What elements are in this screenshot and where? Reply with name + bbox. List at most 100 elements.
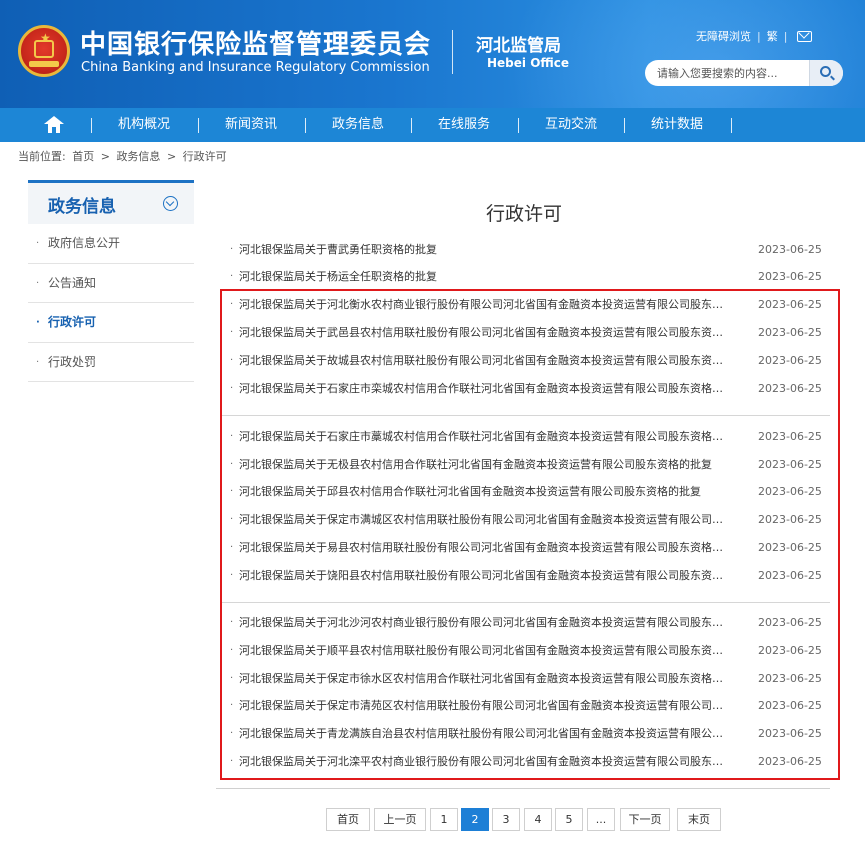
breadcrumb-government-info[interactable]: 政务信息 <box>116 150 160 163</box>
page-title: 行政许可 <box>486 203 563 225</box>
mail-icon[interactable] <box>797 30 813 42</box>
list-item-date: 2023-06-25 <box>758 326 822 339</box>
search-button[interactable] <box>809 60 843 86</box>
sidebar-item-info-disclosure[interactable]: · 政府信息公开 <box>28 224 194 264</box>
list-item-title[interactable]: 河北银保监局关于邱县农村信用合作联社河北省国有金融资本投资运营有限公司股东资格的… <box>239 479 723 505</box>
list-item-date: 2023-06-25 <box>758 672 822 685</box>
page-button-4[interactable]: 4 <box>524 808 552 831</box>
list-item[interactable]: · 河北银保监局关于石家庄市藁城农村信用合作联社河北省国有金融资本投资运营有限公… <box>222 424 830 450</box>
next-page-button[interactable]: 下一页 <box>620 808 670 831</box>
list-item[interactable]: · 河北银保监局关于保定市清苑区农村信用联社股份有限公司河北省国有金融资本投资运… <box>222 693 830 719</box>
sidebar-item-announcements[interactable]: · 公告通知 <box>28 264 194 303</box>
list-item-title[interactable]: 河北银保监局关于无极县农村信用合作联社河北省国有金融资本投资运营有限公司股东资格… <box>239 452 723 478</box>
sidebar-item-label: 行政许可 <box>48 315 97 329</box>
list-item[interactable]: · 河北银保监局关于河北滦平农村商业银行股份有限公司河北省国有金融资本投资运营有… <box>222 749 830 775</box>
list-item-title[interactable]: 河北银保监局关于石家庄市栾城农村信用合作联社河北省国有金融资本投资运营有限公司股… <box>239 376 723 402</box>
first-page-button[interactable]: 首页 <box>326 808 370 831</box>
sidebar-item-label: 政府信息公开 <box>48 236 121 250</box>
list-item[interactable]: · 河北银保监局关于河北沙河农村商业银行股份有限公司河北省国有金融资本投资运营有… <box>222 610 830 636</box>
list-item[interactable]: · 河北银保监局关于无极县农村信用合作联社河北省国有金融资本投资运营有限公司股东… <box>222 452 830 478</box>
list-item[interactable]: · 河北银保监局关于武邑县农村信用联社股份有限公司河北省国有金融资本投资运营有限… <box>222 320 830 346</box>
nav-separator <box>731 118 732 133</box>
list-item[interactable]: · 河北银保监局关于饶阳县农村信用联社股份有限公司河北省国有金融资本投资运营有限… <box>222 563 830 589</box>
breadcrumb-home[interactable]: 首页 <box>72 150 94 163</box>
breadcrumb-separator: > <box>100 150 110 163</box>
page-button-2-current[interactable]: 2 <box>461 808 489 831</box>
list-item-title[interactable]: 河北银保监局关于河北衡水农村商业银行股份有限公司河北省国有金融资本投资运营有限公… <box>239 292 723 318</box>
search-input[interactable] <box>645 60 809 86</box>
sidebar-title: 政务信息 <box>48 197 116 217</box>
list-item[interactable]: · 河北银保监局关于杨运全任职资格的批复 2023-06-25 <box>222 264 830 290</box>
list-item-date: 2023-06-25 <box>758 699 822 712</box>
nav-item-government-info[interactable]: 政务信息 <box>332 108 384 142</box>
list-item[interactable]: · 河北银保监局关于易县农村信用联社股份有限公司河北省国有金融资本投资运营有限公… <box>222 535 830 561</box>
bullet-icon: · <box>36 277 40 289</box>
list-item[interactable]: · 河北银保监局关于邱县农村信用合作联社河北省国有金融资本投资运营有限公司股东资… <box>222 479 830 505</box>
nav-item-statistics[interactable]: 统计数据 <box>651 108 703 142</box>
bullet-icon: · <box>230 700 234 711</box>
nav-separator <box>518 118 519 133</box>
list-item-title[interactable]: 河北银保监局关于青龙满族自治县农村信用联社股份有限公司河北省国有金融资本投资运营… <box>239 721 723 747</box>
toplink-separator: | <box>783 29 788 43</box>
bullet-icon: · <box>230 486 234 497</box>
home-icon[interactable] <box>44 116 64 134</box>
nav-item-interaction[interactable]: 互动交流 <box>545 108 597 142</box>
list-item[interactable]: · 河北银保监局关于保定市满城区农村信用联社股份有限公司河北省国有金融资本投资运… <box>222 507 830 533</box>
nav-item-about[interactable]: 机构概况 <box>118 108 170 142</box>
list-item[interactable]: · 河北银保监局关于青龙满族自治县农村信用联社股份有限公司河北省国有金融资本投资… <box>222 721 830 747</box>
bullet-icon: · <box>36 238 40 249</box>
list-item-title[interactable]: 河北银保监局关于顺平县农村信用联社股份有限公司河北省国有金融资本投资运营有限公司… <box>239 638 723 664</box>
org-name-cn[interactable]: 中国银行保险监督管理委员会 <box>80 24 431 61</box>
list-item-title[interactable]: 河北银保监局关于杨运全任职资格的批复 <box>239 264 723 290</box>
prev-page-button[interactable]: 上一页 <box>374 808 426 831</box>
list-item-title[interactable]: 河北银保监局关于饶阳县农村信用联社股份有限公司河北省国有金融资本投资运营有限公司… <box>239 563 723 589</box>
nav-separator <box>411 118 412 133</box>
list-item[interactable]: · 河北银保监局关于曹武勇任职资格的批复 2023-06-25 <box>222 237 830 263</box>
list-item-title[interactable]: 河北银保监局关于曹武勇任职资格的批复 <box>239 237 723 263</box>
office-name-en: Hebei Office <box>487 56 570 70</box>
org-name-en: China Banking and Insurance Regulatory C… <box>81 60 430 75</box>
page-button-1[interactable]: 1 <box>430 808 458 831</box>
emblem-base-icon <box>29 61 59 67</box>
list-item[interactable]: · 河北银保监局关于石家庄市栾城农村信用合作联社河北省国有金融资本投资运营有限公… <box>222 376 830 402</box>
list-item-title[interactable]: 河北银保监局关于河北沙河农村商业银行股份有限公司河北省国有金融资本投资运营有限公… <box>239 610 723 636</box>
page-button-3[interactable]: 3 <box>492 808 520 831</box>
last-page-button[interactable]: 末页 <box>677 808 721 831</box>
accessibility-link[interactable]: 无障碍浏览 <box>696 28 751 44</box>
list-item-date: 2023-06-25 <box>758 243 822 256</box>
list-item-date: 2023-06-25 <box>758 354 822 367</box>
nav-item-news[interactable]: 新闻资讯 <box>225 108 277 142</box>
bullet-icon: · <box>230 327 234 338</box>
sidebar-item-label: 公告通知 <box>48 275 97 290</box>
list-item[interactable]: · 河北银保监局关于顺平县农村信用联社股份有限公司河北省国有金融资本投资运营有限… <box>222 638 830 664</box>
list-item-title[interactable]: 河北银保监局关于故城县农村信用联社股份有限公司河北省国有金融资本投资运营有限公司… <box>239 348 723 374</box>
list-item[interactable]: · 河北银保监局关于保定市徐水区农村信用合作联社河北省国有金融资本投资运营有限公… <box>222 666 830 692</box>
page-ellipsis[interactable]: ... <box>587 808 615 831</box>
sidebar-item-administrative-license[interactable]: · 行政许可 <box>28 303 194 343</box>
nav-item-online-service[interactable]: 在线服务 <box>438 108 490 142</box>
list-item-title[interactable]: 河北银保监局关于武邑县农村信用联社股份有限公司河北省国有金融资本投资运营有限公司… <box>239 320 723 346</box>
list-item-title[interactable]: 河北银保监局关于河北滦平农村商业银行股份有限公司河北省国有金融资本投资运营有限公… <box>239 749 723 775</box>
sidebar-item-label: 行政处罚 <box>48 354 97 369</box>
chevron-down-icon[interactable] <box>163 196 178 211</box>
list-item-title[interactable]: 河北银保监局关于石家庄市藁城农村信用合作联社河北省国有金融资本投资运营有限公司股… <box>239 424 723 450</box>
list-item-date: 2023-06-25 <box>758 382 822 395</box>
list-item[interactable]: · 河北银保监局关于故城县农村信用联社股份有限公司河北省国有金融资本投资运营有限… <box>222 348 830 374</box>
list-item[interactable]: · 河北银保监局关于河北衡水农村商业银行股份有限公司河北省国有金融资本投资运营有… <box>222 292 830 318</box>
site-header: ★ 中国银行保险监督管理委员会 China Banking and Insura… <box>0 0 865 108</box>
nav-separator <box>305 118 306 133</box>
bullet-icon: · <box>230 431 234 442</box>
list-item-title[interactable]: 河北银保监局关于保定市清苑区农村信用联社股份有限公司河北省国有金融资本投资运营有… <box>239 693 723 719</box>
list-item-date: 2023-06-25 <box>758 430 822 443</box>
bullet-icon: · <box>230 383 234 394</box>
traditional-chinese-link[interactable]: 繁 <box>767 28 778 44</box>
page-button-5[interactable]: 5 <box>555 808 583 831</box>
list-item-date: 2023-06-25 <box>758 644 822 657</box>
sidebar-item-administrative-penalty[interactable]: · 行政处罚 <box>28 343 194 382</box>
list-item-title[interactable]: 河北银保监局关于保定市徐水区农村信用合作联社河北省国有金融资本投资运营有限公司股… <box>239 666 723 692</box>
list-item-title[interactable]: 河北银保监局关于保定市满城区农村信用联社股份有限公司河北省国有金融资本投资运营有… <box>239 507 723 533</box>
bullet-icon: · <box>230 756 234 767</box>
list-item-title[interactable]: 河北银保监局关于易县农村信用联社股份有限公司河北省国有金融资本投资运营有限公司股… <box>239 535 723 561</box>
breadcrumb-current[interactable]: 行政许可 <box>183 150 227 163</box>
breadcrumb-separator: > <box>166 150 177 163</box>
